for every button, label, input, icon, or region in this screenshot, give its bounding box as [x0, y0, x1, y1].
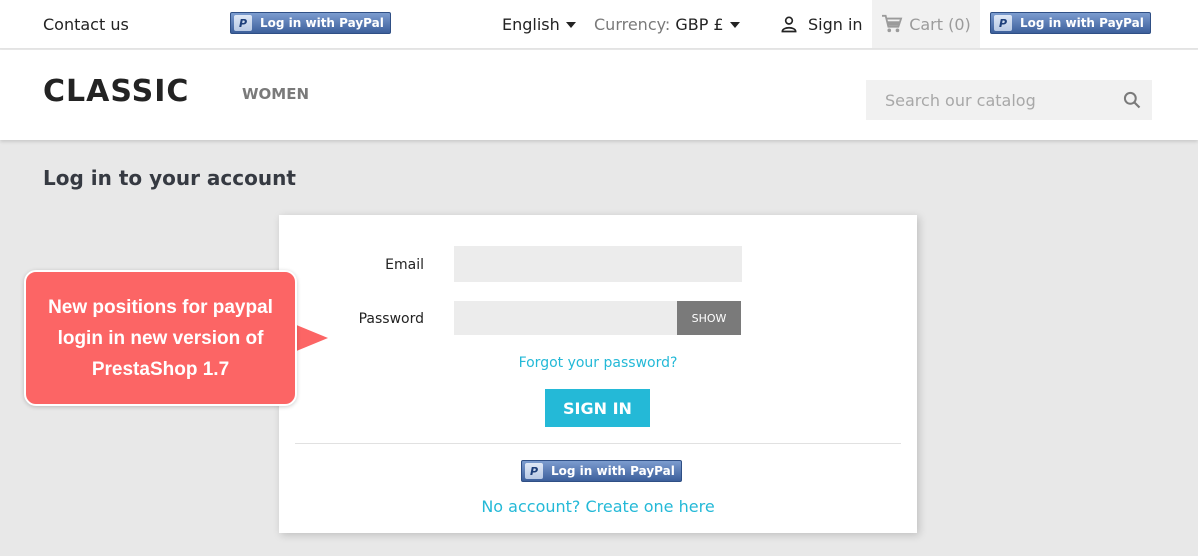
caret-down-icon [565, 21, 576, 28]
sign-in-link[interactable]: Sign in [779, 14, 863, 34]
search-box [866, 80, 1152, 120]
cart-label: Cart (0) [909, 14, 971, 34]
password-field[interactable] [454, 301, 678, 335]
sign-in-label: Sign in [808, 14, 863, 34]
user-icon [781, 16, 797, 33]
email-field[interactable] [454, 246, 742, 282]
language-value: English [502, 15, 560, 34]
paypal-login-button-top-right[interactable]: P Log in with PayPal [990, 12, 1151, 34]
paypal-icon: P [525, 463, 543, 479]
top-nav-bar: Contact us P Log in with PayPal English … [0, 0, 1198, 49]
password-label: Password [358, 311, 424, 327]
cart-button[interactable]: Cart (0) [872, 0, 980, 48]
callout-arrow [294, 324, 328, 352]
caret-down-icon [729, 21, 740, 28]
create-account-link[interactable]: No account? Create one here [279, 497, 917, 516]
show-password-button[interactable]: SHOW [677, 301, 741, 335]
paypal-icon: P [234, 15, 252, 31]
search-icon[interactable] [1122, 90, 1142, 110]
paypal-icon: P [994, 15, 1012, 31]
contact-us-link[interactable]: Contact us [43, 15, 129, 34]
forgot-password-link[interactable]: Forgot your password? [279, 355, 917, 371]
language-selector[interactable]: English [502, 15, 576, 34]
cart-icon [882, 14, 903, 33]
paypal-login-button-top-left[interactable]: P Log in with PayPal [230, 12, 391, 34]
paypal-login-button-form[interactable]: P Log in with PayPal [521, 460, 682, 482]
paypal-login-label: Log in with PayPal [260, 16, 384, 30]
paypal-login-label: Log in with PayPal [551, 464, 675, 478]
annotation-callout: New positions for paypal login in new ve… [24, 270, 297, 406]
search-input[interactable] [866, 80, 1106, 120]
currency-value: GBP £ [675, 15, 724, 34]
menu-item-women[interactable]: WOMEN [242, 85, 309, 103]
store-logo[interactable]: CLASSIC [43, 74, 189, 109]
currency-label: Currency: [594, 15, 671, 34]
email-label: Email [385, 257, 424, 273]
currency-selector[interactable]: Currency: GBP £ [594, 15, 740, 34]
login-form-card: Email Password SHOW Forgot your password… [279, 215, 917, 533]
paypal-login-label: Log in with PayPal [1020, 16, 1144, 30]
divider [295, 443, 901, 444]
page-title: Log in to your account [43, 166, 296, 190]
site-header: CLASSIC WOMEN [0, 50, 1198, 140]
sign-in-button[interactable]: SIGN IN [545, 389, 650, 427]
